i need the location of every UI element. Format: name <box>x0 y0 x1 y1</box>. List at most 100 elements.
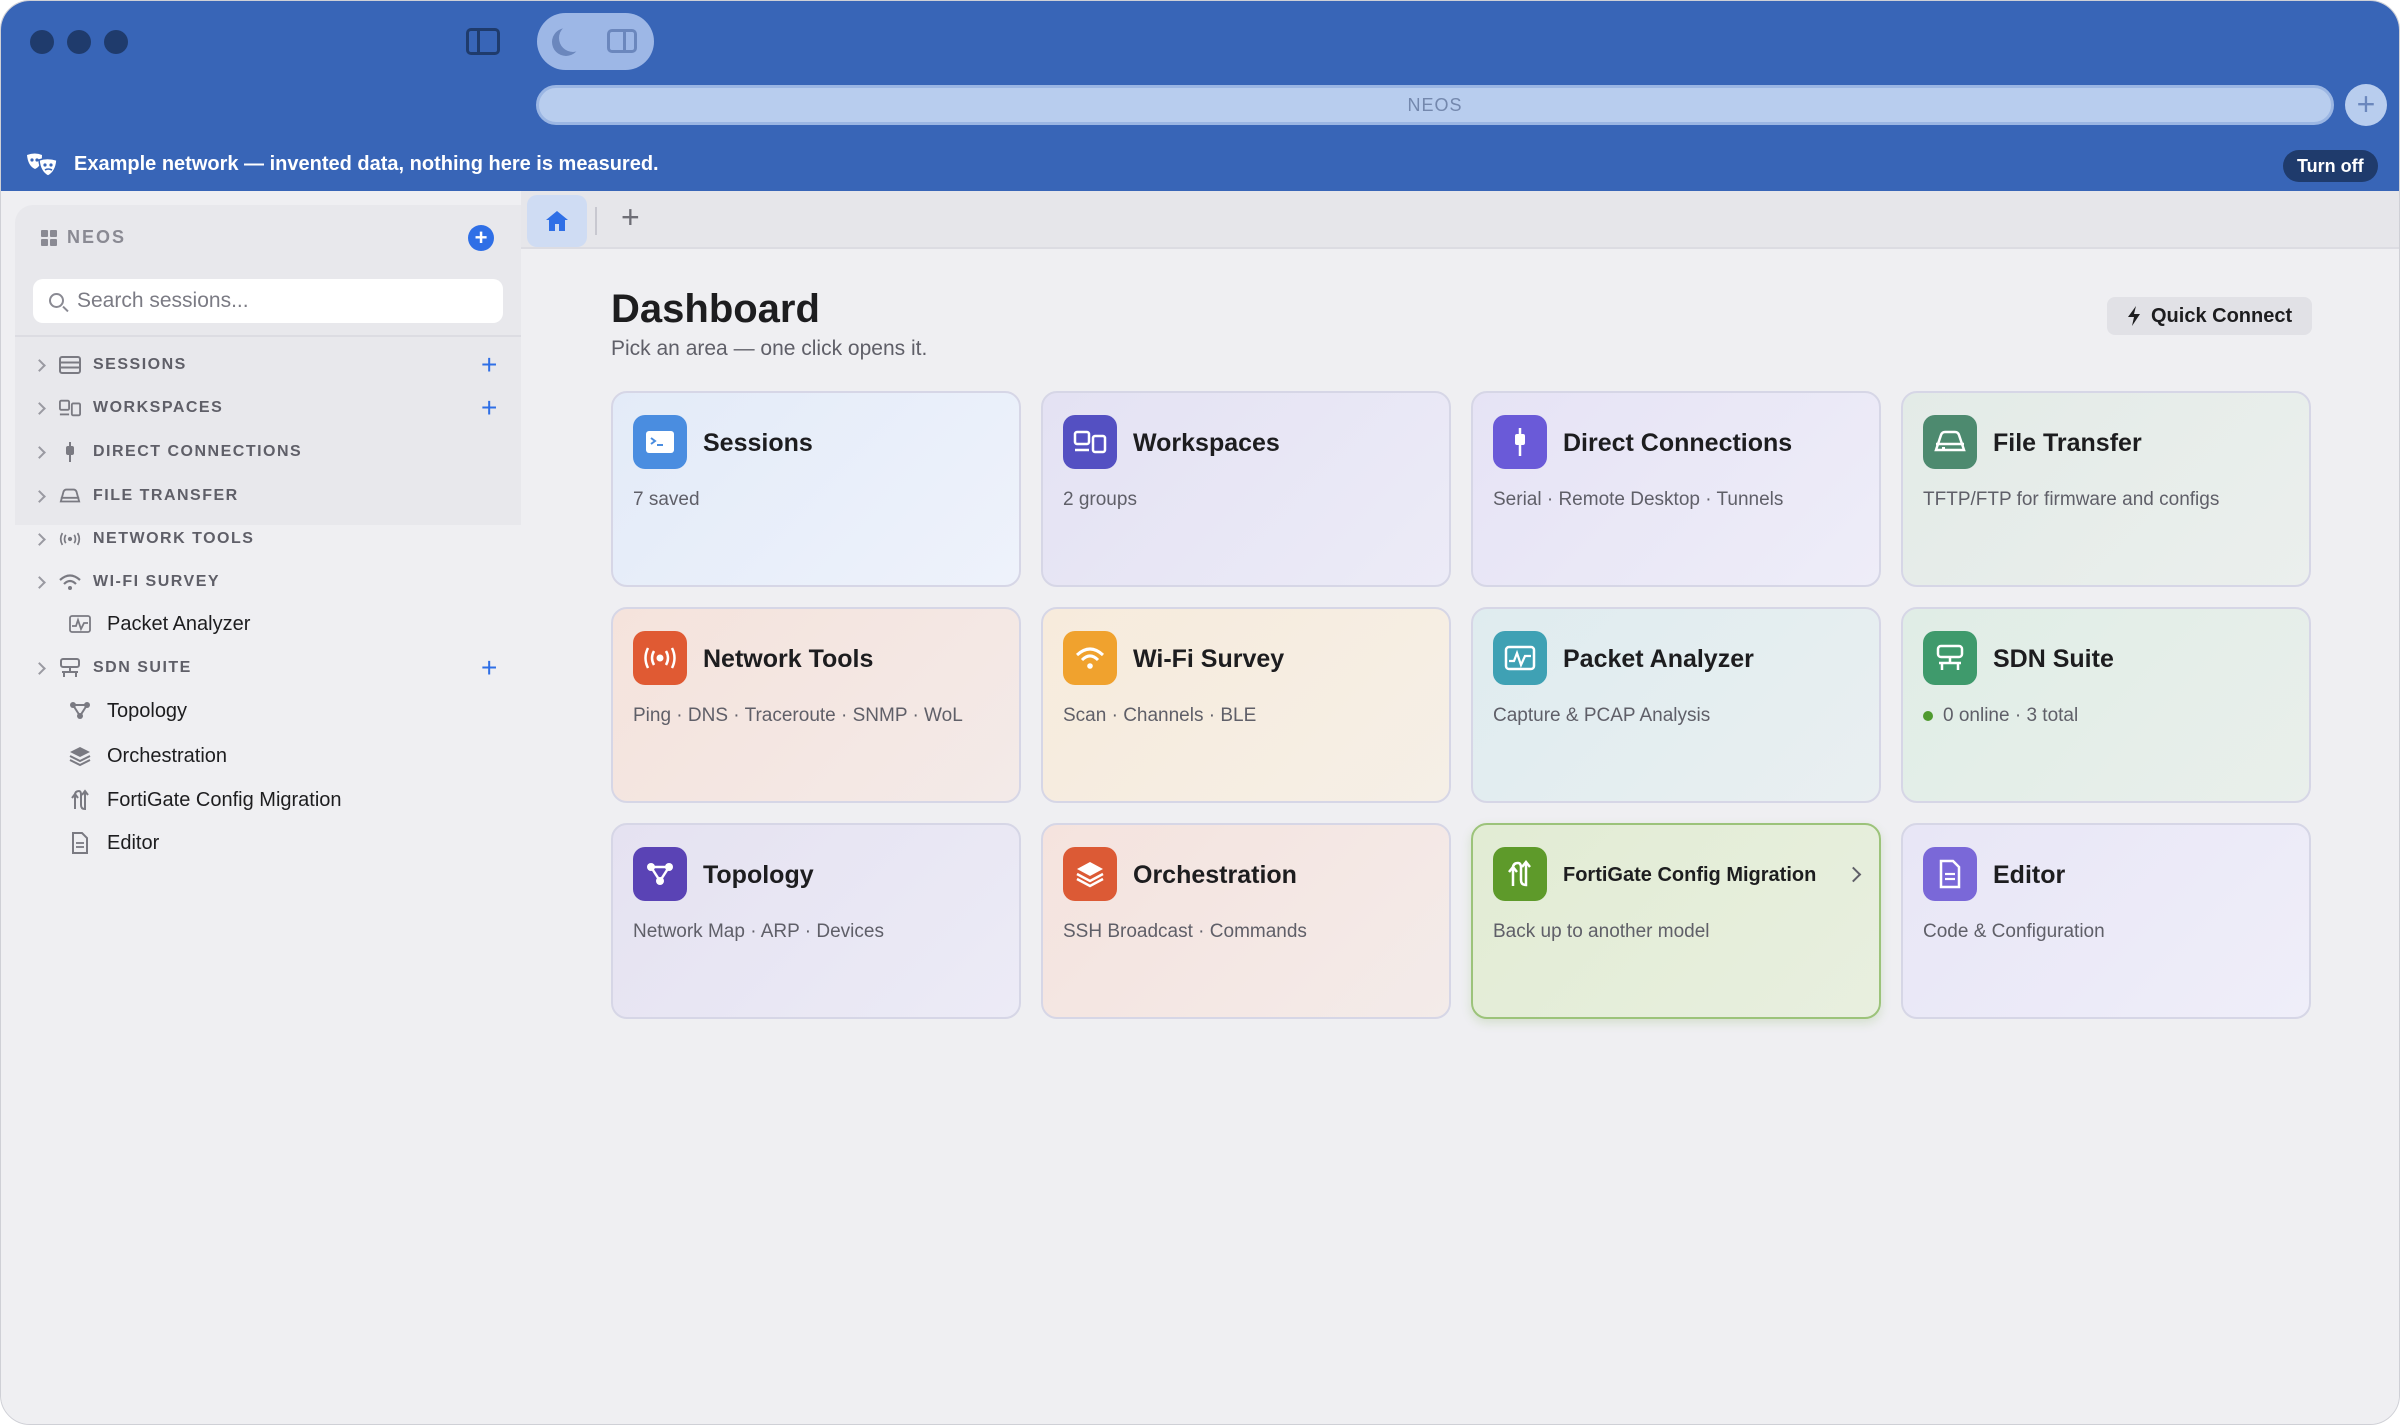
sidebar-item-file-transfer[interactable]: FILE TRANSFER <box>1 476 521 516</box>
chevron-right-icon[interactable] <box>33 445 46 459</box>
card-subtitle: Serial · Remote Desktop · Tunnels <box>1493 489 1784 510</box>
card-wifi-survey[interactable]: Wi-Fi Survey Scan · Channels · BLE <box>1041 607 1451 803</box>
card-title: Direct Connections <box>1563 429 1793 457</box>
chevron-right-icon[interactable] <box>33 532 46 546</box>
status-dot <box>1923 710 1933 721</box>
turn-off-button[interactable]: Turn off <box>2283 150 2378 182</box>
add-tab-button[interactable]: + <box>621 199 640 236</box>
home-icon <box>546 211 568 231</box>
address-bar[interactable]: NEOS <box>536 85 2334 125</box>
card-subtitle: Ping · DNS · Traceroute · SNMP · WoL <box>633 705 963 726</box>
plug-icon <box>59 441 81 463</box>
sidebar-item-workspaces[interactable]: WORKSPACES + <box>1 388 521 428</box>
sidebar-item-label: WI-FI SURVEY <box>93 573 221 590</box>
add-session-button[interactable]: + <box>468 225 494 251</box>
sidebar-item-topology[interactable]: Topology <box>1 691 521 731</box>
topology-icon <box>69 700 91 722</box>
tab-home[interactable] <box>527 195 587 247</box>
card-title: Wi-Fi Survey <box>1133 645 1285 673</box>
network-device-icon <box>1923 631 1977 685</box>
sidebar-item-label: SDN SUITE <box>93 659 192 676</box>
wifi-icon <box>59 571 81 593</box>
card-subtitle: 7 saved <box>633 489 700 510</box>
split-view-icon[interactable] <box>607 29 637 53</box>
dashboard: Dashboard Pick an area — one click opens… <box>521 251 2399 1424</box>
card-subtitle: Network Map · ARP · Devices <box>633 921 884 942</box>
moon-icon <box>559 24 587 52</box>
card-title: Workspaces <box>1133 429 1280 457</box>
chevron-right-icon <box>1845 866 1862 883</box>
demo-banner-text: Example network — invented data, nothing… <box>74 153 659 175</box>
chevron-right-icon[interactable] <box>33 575 46 589</box>
card-topology[interactable]: Topology Network Map · ARP · Devices <box>611 823 1021 1019</box>
sidebar-item-editor[interactable]: Editor <box>1 823 521 863</box>
broadcast-icon <box>633 631 687 685</box>
card-fortigate-config-migration[interactable]: FortiGate Config Migration Back up to an… <box>1471 823 1881 1019</box>
new-tab-button[interactable]: + <box>2345 84 2387 126</box>
page-title: Dashboard <box>611 287 820 331</box>
sidebar-brand: NEOS <box>41 227 126 248</box>
card-packet-analyzer[interactable]: Packet Analyzer Capture & PCAP Analysis <box>1471 607 1881 803</box>
card-title: Orchestration <box>1133 861 1297 889</box>
sidebar-item-sessions[interactable]: SESSIONS + <box>1 345 521 385</box>
address-text: NEOS <box>1407 94 1463 115</box>
card-direct-connections[interactable]: Direct Connections Serial · Remote Deskt… <box>1471 391 1881 587</box>
waveform-icon <box>1493 631 1547 685</box>
sidebar-item-label: Topology <box>107 699 188 722</box>
chevron-right-icon[interactable] <box>33 489 46 503</box>
title-bar: NEOS + Example network — invented data, … <box>1 1 2399 191</box>
card-orchestration[interactable]: Orchestration SSH Broadcast · Commands <box>1041 823 1451 1019</box>
server-icon <box>59 354 81 376</box>
card-subtitle: Scan · Channels · BLE <box>1063 705 1257 726</box>
card-editor[interactable]: Editor Code & Configuration <box>1901 823 2311 1019</box>
sidebar-item-label: DIRECT CONNECTIONS <box>93 443 303 460</box>
card-subtitle: SSH Broadcast · Commands <box>1063 921 1307 942</box>
tab-separator <box>595 207 597 235</box>
document-icon <box>69 832 91 854</box>
chevron-right-icon[interactable] <box>33 401 46 415</box>
sidebar-item-label: FortiGate Config Migration <box>107 788 342 811</box>
sidebar-item-wifi-survey[interactable]: WI-FI SURVEY <box>1 562 521 602</box>
zoom-window-button[interactable] <box>104 30 128 54</box>
sidebar-item-sdn-suite[interactable]: SDN SUITE + <box>1 648 521 688</box>
card-workspaces[interactable]: Workspaces 2 groups <box>1041 391 1451 587</box>
workspace-icon <box>1063 415 1117 469</box>
bolt-icon <box>2128 306 2140 326</box>
terminal-icon <box>633 415 687 469</box>
sidebar-item-label: FILE TRANSFER <box>93 487 239 504</box>
card-subtitle: TFTP/FTP for firmware and configs <box>1923 489 2220 510</box>
sidebar-item-orchestration[interactable]: Orchestration <box>1 736 521 776</box>
appearance-toggle[interactable] <box>537 13 654 70</box>
app-window: NEOS + Example network — invented data, … <box>0 0 2400 1425</box>
plug-icon <box>1493 415 1547 469</box>
add-session-plus-button[interactable]: + <box>481 351 497 379</box>
topology-icon <box>633 847 687 901</box>
network-device-icon <box>59 657 81 679</box>
minimize-window-button[interactable] <box>67 30 91 54</box>
card-file-transfer[interactable]: File Transfer TFTP/FTP for firmware and … <box>1901 391 2311 587</box>
chevron-right-icon[interactable] <box>33 661 46 675</box>
quick-connect-button[interactable]: Quick Connect <box>2107 297 2313 335</box>
sidebar-item-label: Orchestration <box>107 744 228 767</box>
card-network-tools[interactable]: Network Tools Ping · DNS · Traceroute · … <box>611 607 1021 803</box>
card-title: Topology <box>703 861 814 889</box>
chevron-right-icon[interactable] <box>33 358 46 372</box>
sidebar-item-fortigate-config-migration[interactable]: FortiGate Config Migration <box>1 780 521 820</box>
sidebar-item-packet-analyzer[interactable]: Packet Analyzer <box>1 604 521 644</box>
card-subtitle: 0 online · 3 total <box>1943 705 2079 726</box>
card-sdn-suite[interactable]: SDN Suite 0 online · 3 total <box>1901 607 2311 803</box>
workspace-icon <box>59 397 81 419</box>
search-input[interactable] <box>33 279 503 323</box>
tab-bar: + <box>521 191 2399 249</box>
add-workspace-button[interactable]: + <box>481 394 497 422</box>
sidebar-item-direct-connections[interactable]: DIRECT CONNECTIONS <box>1 432 521 472</box>
card-sessions[interactable]: Sessions 7 saved <box>611 391 1021 587</box>
sidebar-toggle-icon[interactable] <box>466 28 500 55</box>
sidebar-item-network-tools[interactable]: NETWORK TOOLS <box>1 519 521 559</box>
close-window-button[interactable] <box>30 30 54 54</box>
card-title: Network Tools <box>703 645 874 673</box>
broadcast-icon <box>59 528 81 550</box>
document-icon <box>1923 847 1977 901</box>
add-sdn-device-button[interactable]: + <box>481 654 497 682</box>
sidebar-brand-label: NEOS <box>67 227 127 247</box>
